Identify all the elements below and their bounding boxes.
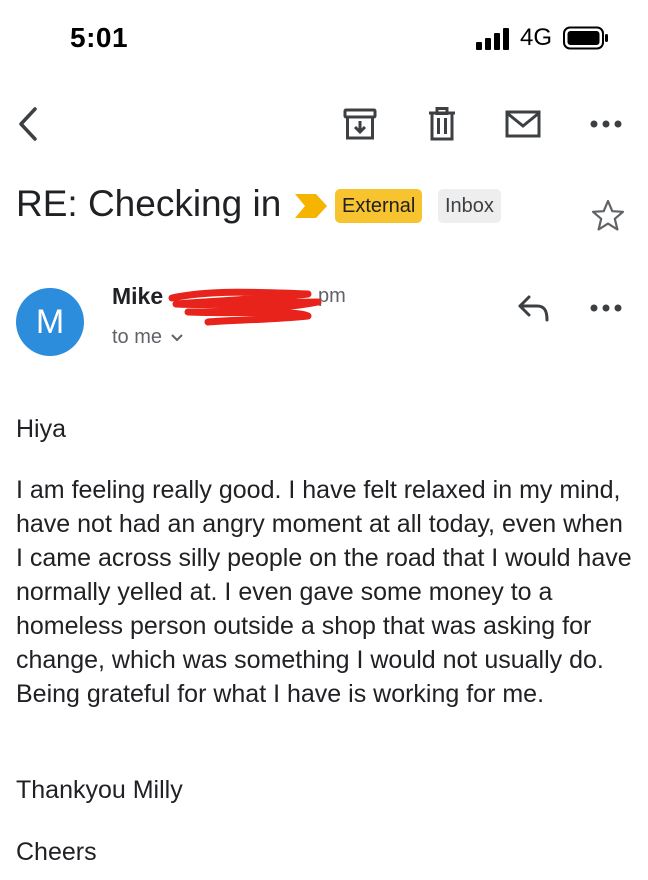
label-external: External [335,189,423,223]
more-horizontal-icon [590,120,622,128]
email-body-paragraph: I am feeling really good. I have felt re… [16,476,632,708]
label-inbox[interactable]: Inbox [438,189,501,223]
email-thanks: Thankyou Milly [16,776,183,804]
star-icon [591,199,625,231]
email-subject: RE: Checking in [16,183,282,224]
email-signoff: Cheers [16,838,97,866]
mail-icon [505,110,541,138]
sender-avatar[interactable]: M [16,288,84,356]
back-button[interactable] [8,104,48,144]
importance-marker-icon[interactable] [294,193,328,219]
archive-icon [343,108,377,140]
more-options-button[interactable] [586,104,626,144]
mark-unread-button[interactable] [503,104,543,144]
sender-name: Mike [112,283,164,309]
more-horizontal-icon [590,304,622,312]
star-button[interactable] [588,196,628,236]
archive-button[interactable] [340,104,380,144]
chevron-down-icon [171,333,183,341]
status-time: 5:01 [70,22,129,53]
redaction-scribble [168,288,322,326]
network-type: 4G [520,24,553,51]
trash-icon [429,107,455,141]
message-more-button[interactable] [586,290,626,326]
back-arrow-icon [19,107,37,141]
reply-button[interactable] [512,290,556,326]
delete-button[interactable] [422,104,462,144]
email-greeting: Hiya [16,415,67,443]
recipient-label: to me [112,326,163,348]
reply-icon [518,295,549,322]
cell-signal-icon [476,28,509,50]
battery-icon [563,26,608,50]
recipient-details-toggle[interactable]: to me [112,326,184,349]
